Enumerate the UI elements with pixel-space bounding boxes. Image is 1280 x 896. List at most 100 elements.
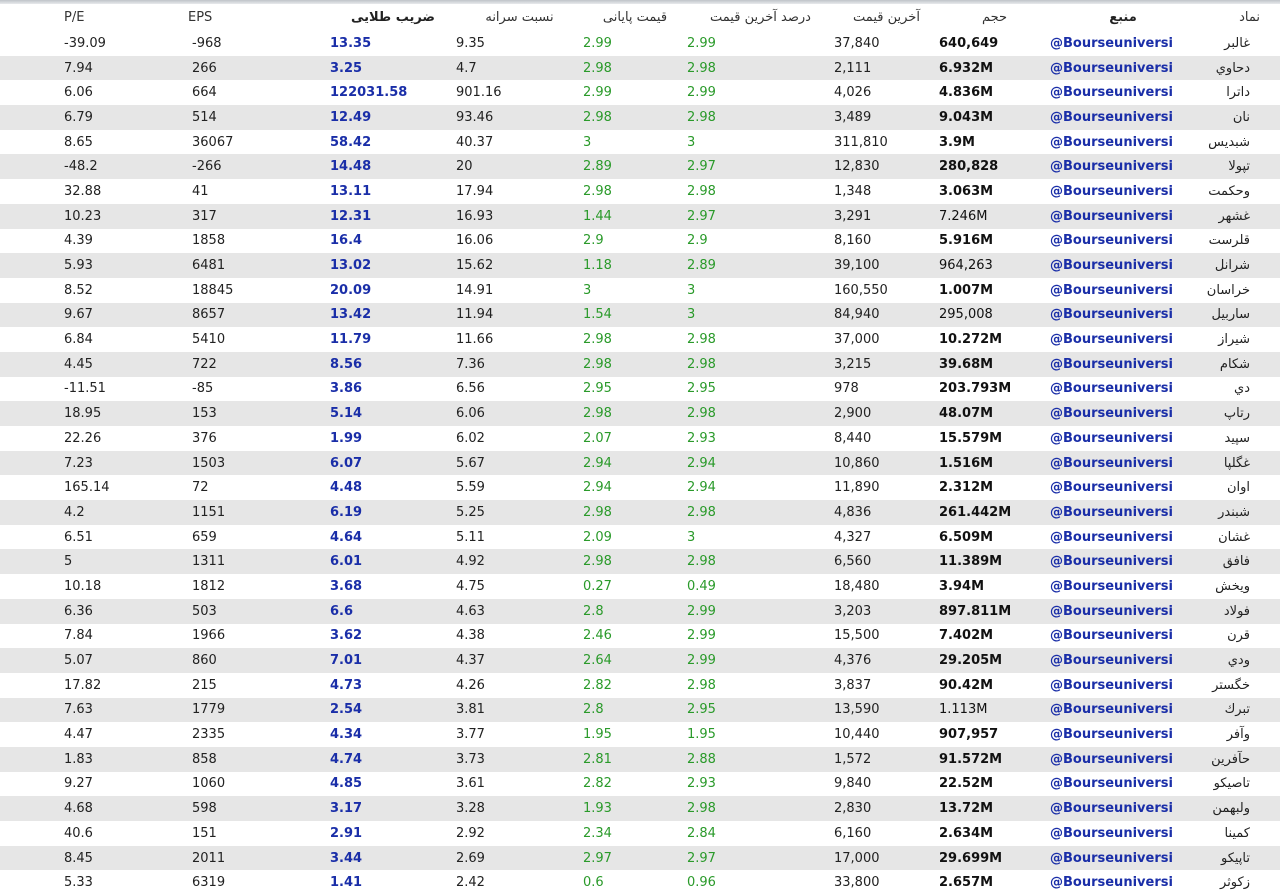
cell-manba[interactable]: @Bourseuniversi	[1050, 80, 1196, 105]
table-row[interactable]: 4.39 1858 16.4 16.06 2.9 2.9 8,160 5.916M @Bours…	[0, 228, 1280, 254]
cell-manba[interactable]: @Bourseuniversi	[1050, 130, 1196, 155]
cell-manba[interactable]: @Bourseuniversi	[1050, 56, 1196, 81]
table-row[interactable]: 40.6 151 2.91 2.92 2.34 2.84 6,160 2.634M @Bours…	[0, 821, 1280, 846]
table-row[interactable]: -39.09 -968 13.35 9.35 2.99 2.99 37,840 640,649…	[0, 31, 1280, 56]
cell-namad[interactable]: دحاوي	[1196, 56, 1280, 81]
cell-manba[interactable]: @Bourseuniversi	[1050, 426, 1196, 451]
cell-manba[interactable]: @Bourseuniversi	[1050, 747, 1196, 772]
table-row[interactable]: 6.84 5410 11.79 11.66 2.98 2.98 37,000 10.272M @…	[0, 327, 1280, 352]
cell-manba[interactable]: @Bourseuniversi	[1050, 574, 1196, 599]
table-row[interactable]: 7.63 1779 2.54 3.81 2.8 2.95 13,590 1.113M @Bour…	[0, 697, 1280, 723]
cell-namad[interactable]: فولاد	[1196, 599, 1280, 624]
table-row[interactable]: -48.2 -266 14.48 20 2.89 2.97 12,830 280,828 @Bo…	[0, 154, 1280, 180]
cell-namad[interactable]: حآفرين	[1196, 747, 1280, 772]
cell-namad[interactable]: غشان	[1196, 525, 1280, 550]
cell-namad[interactable]: خراسان	[1196, 278, 1280, 303]
table-row[interactable]: 4.2 1151 6.19 5.25 2.98 2.98 4,836 261.442M @Bou…	[0, 500, 1280, 525]
cell-manba[interactable]: @Bourseuniversi	[1050, 500, 1196, 525]
table-row[interactable]: 6.36 503 6.6 4.63 2.8 2.99 3,203 897.811M @Bours…	[0, 598, 1280, 624]
cell-manba[interactable]: @Bourseuniversi	[1050, 278, 1196, 303]
cell-manba[interactable]: @Bourseuniversi	[1050, 722, 1196, 747]
header-zarib[interactable]: ضریب طلایی	[330, 4, 456, 31]
table-row[interactable]: 8.65 36067 58.42 40.37 3 3 311,810 3.9M @Bourseu…	[0, 129, 1280, 155]
cell-manba[interactable]: @Bourseuniversi	[1050, 846, 1196, 871]
cell-manba[interactable]: @Bourseuniversi	[1050, 870, 1196, 895]
header-akhar[interactable]: آخرین قیمت	[834, 4, 939, 31]
cell-namad[interactable]: نان	[1196, 105, 1280, 130]
cell-namad[interactable]: خگستر	[1196, 673, 1280, 698]
table-row[interactable]: 8.45 2011 3.44 2.69 2.97 2.97 17,000 29.699M @Bo…	[0, 845, 1280, 871]
cell-manba[interactable]: @Bourseuniversi	[1050, 698, 1196, 723]
cell-namad[interactable]: ولبهمن	[1196, 796, 1280, 821]
table-row[interactable]: 8.52 18845 20.09 14.91 3 3 160,550 1.007M @Bours…	[0, 277, 1280, 303]
table-row[interactable]: 1.83 858 4.74 3.73 2.81 2.88 1,572 91.572M @Bour…	[0, 746, 1280, 772]
cell-manba[interactable]: @Bourseuniversi	[1050, 648, 1196, 673]
cell-namad[interactable]: غشهر	[1196, 204, 1280, 229]
cell-manba[interactable]: @Bourseuniversi	[1050, 179, 1196, 204]
cell-manba[interactable]: @Bourseuniversi	[1050, 229, 1196, 254]
cell-manba[interactable]: @Bourseuniversi	[1050, 401, 1196, 426]
cell-manba[interactable]: @Bourseuniversi	[1050, 624, 1196, 649]
cell-manba[interactable]: @Bourseuniversi	[1050, 475, 1196, 500]
table-row[interactable]: 7.94 266 3.25 4.7 2.98 2.98 2,111 6.932M @Bourse…	[0, 55, 1280, 81]
cell-manba[interactable]: @Bourseuniversi	[1050, 451, 1196, 476]
cell-namad[interactable]: سپيد	[1196, 426, 1280, 451]
cell-namad[interactable]: وآفر	[1196, 722, 1280, 747]
header-eps[interactable]: EPS	[188, 4, 330, 31]
cell-namad[interactable]: رتاپ	[1196, 401, 1280, 426]
cell-namad[interactable]: تبرك	[1196, 698, 1280, 723]
cell-manba[interactable]: @Bourseuniversi	[1050, 154, 1196, 179]
cell-namad[interactable]: كمينا	[1196, 821, 1280, 846]
cell-namad[interactable]: تاپيكو	[1196, 846, 1280, 871]
table-row[interactable]: 9.67 8657 13.42 11.94 1.54 3 84,940 295,008 @Bou…	[0, 302, 1280, 328]
cell-namad[interactable]: ويخش	[1196, 574, 1280, 599]
cell-namad[interactable]: قلرست	[1196, 229, 1280, 254]
table-row[interactable]: 5 1311 6.01 4.92 2.98 2.98 6,560 11.389M @Bourse…	[0, 549, 1280, 575]
cell-namad[interactable]: غالبر	[1196, 31, 1280, 56]
cell-namad[interactable]: غگلپا	[1196, 451, 1280, 476]
cell-manba[interactable]: @Bourseuniversi	[1050, 327, 1196, 352]
header-darsad[interactable]: درصد آخرین قیمت	[687, 4, 834, 31]
cell-manba[interactable]: @Bourseuniversi	[1050, 673, 1196, 698]
cell-manba[interactable]: @Bourseuniversi	[1050, 105, 1196, 130]
cell-manba[interactable]: @Bourseuniversi	[1050, 549, 1196, 574]
cell-namad[interactable]: فافق	[1196, 549, 1280, 574]
cell-namad[interactable]: شكام	[1196, 352, 1280, 377]
table-row[interactable]: -11.51 -85 3.86 6.56 2.95 2.95 978 203.793M @Bou…	[0, 376, 1280, 402]
header-namad[interactable]: نماد	[1196, 4, 1280, 31]
table-row[interactable]: 6.06 664 122031.58 901.16 2.99 2.99 4,026 4.836…	[0, 80, 1280, 106]
table-row[interactable]: 5.07 860 7.01 4.37 2.64 2.99 4,376 29.205M @Bour…	[0, 648, 1280, 673]
table-row[interactable]: 4.47 2335 4.34 3.77 1.95 1.95 10,440 907,957 @Bo…	[0, 722, 1280, 747]
table-row[interactable]: 32.88 41 13.11 17.94 2.98 2.98 1,348 3.063M @Bou…	[0, 179, 1280, 204]
table-row[interactable]: 4.45 722 8.56 7.36 2.98 2.98 3,215 39.68M @Bours…	[0, 351, 1280, 377]
table-row[interactable]: 165.14 72 4.48 5.59 2.94 2.94 11,890 2.312M @Bou…	[0, 475, 1280, 501]
table-row[interactable]: 10.23 317 12.31 16.93 1.44 2.97 3,291 7.246M @Bo…	[0, 203, 1280, 229]
cell-namad[interactable]: قرن	[1196, 624, 1280, 649]
cell-namad[interactable]: دي	[1196, 377, 1280, 402]
cell-manba[interactable]: @Bourseuniversi	[1050, 31, 1196, 56]
cell-manba[interactable]: @Bourseuniversi	[1050, 525, 1196, 550]
table-row[interactable]: 17.82 215 4.73 4.26 2.82 2.98 3,837 90.42M @Bour…	[0, 672, 1280, 698]
cell-manba[interactable]: @Bourseuniversi	[1050, 377, 1196, 402]
table-row[interactable]: 7.84 1966 3.62 4.38 2.46 2.99 15,500 7.402M @Bou…	[0, 623, 1280, 649]
cell-namad[interactable]: وحكمت	[1196, 179, 1280, 204]
header-nesbat[interactable]: نسبت سرانه	[456, 4, 583, 31]
table-row[interactable]: 9.27 1060 4.85 3.61 2.82 2.93 9,840 22.52M @Bour…	[0, 771, 1280, 797]
table-row[interactable]: 6.51 659 4.64 5.11 2.09 3 4,327 6.509M @Bourseun…	[0, 524, 1280, 550]
cell-manba[interactable]: @Bourseuniversi	[1050, 352, 1196, 377]
cell-manba[interactable]: @Bourseuniversi	[1050, 796, 1196, 821]
cell-namad[interactable]: شبندر	[1196, 500, 1280, 525]
cell-manba[interactable]: @Bourseuniversi	[1050, 204, 1196, 229]
cell-manba[interactable]: @Bourseuniversi	[1050, 303, 1196, 328]
cell-namad[interactable]: ودي	[1196, 648, 1280, 673]
cell-namad[interactable]: داترا	[1196, 80, 1280, 105]
table-row[interactable]: 5.93 6481 13.02 15.62 1.18 2.89 39,100 964,263 @…	[0, 253, 1280, 278]
cell-namad[interactable]: شرانل	[1196, 253, 1280, 278]
cell-manba[interactable]: @Bourseuniversi	[1050, 821, 1196, 846]
table-row[interactable]: 10.18 1812 3.68 4.75 0.27 0.49 18,480 3.94M @Bou…	[0, 574, 1280, 599]
cell-manba[interactable]: @Bourseuniversi	[1050, 253, 1196, 278]
cell-namad[interactable]: زكوثر	[1196, 870, 1280, 895]
table-row[interactable]: 7.23 1503 6.07 5.67 2.94 2.94 10,860 1.516M @Bou…	[0, 450, 1280, 476]
table-row[interactable]: 4.68 598 3.17 3.28 1.93 2.98 2,830 13.72M @Bours…	[0, 796, 1280, 821]
cell-manba[interactable]: @Bourseuniversi	[1050, 772, 1196, 797]
